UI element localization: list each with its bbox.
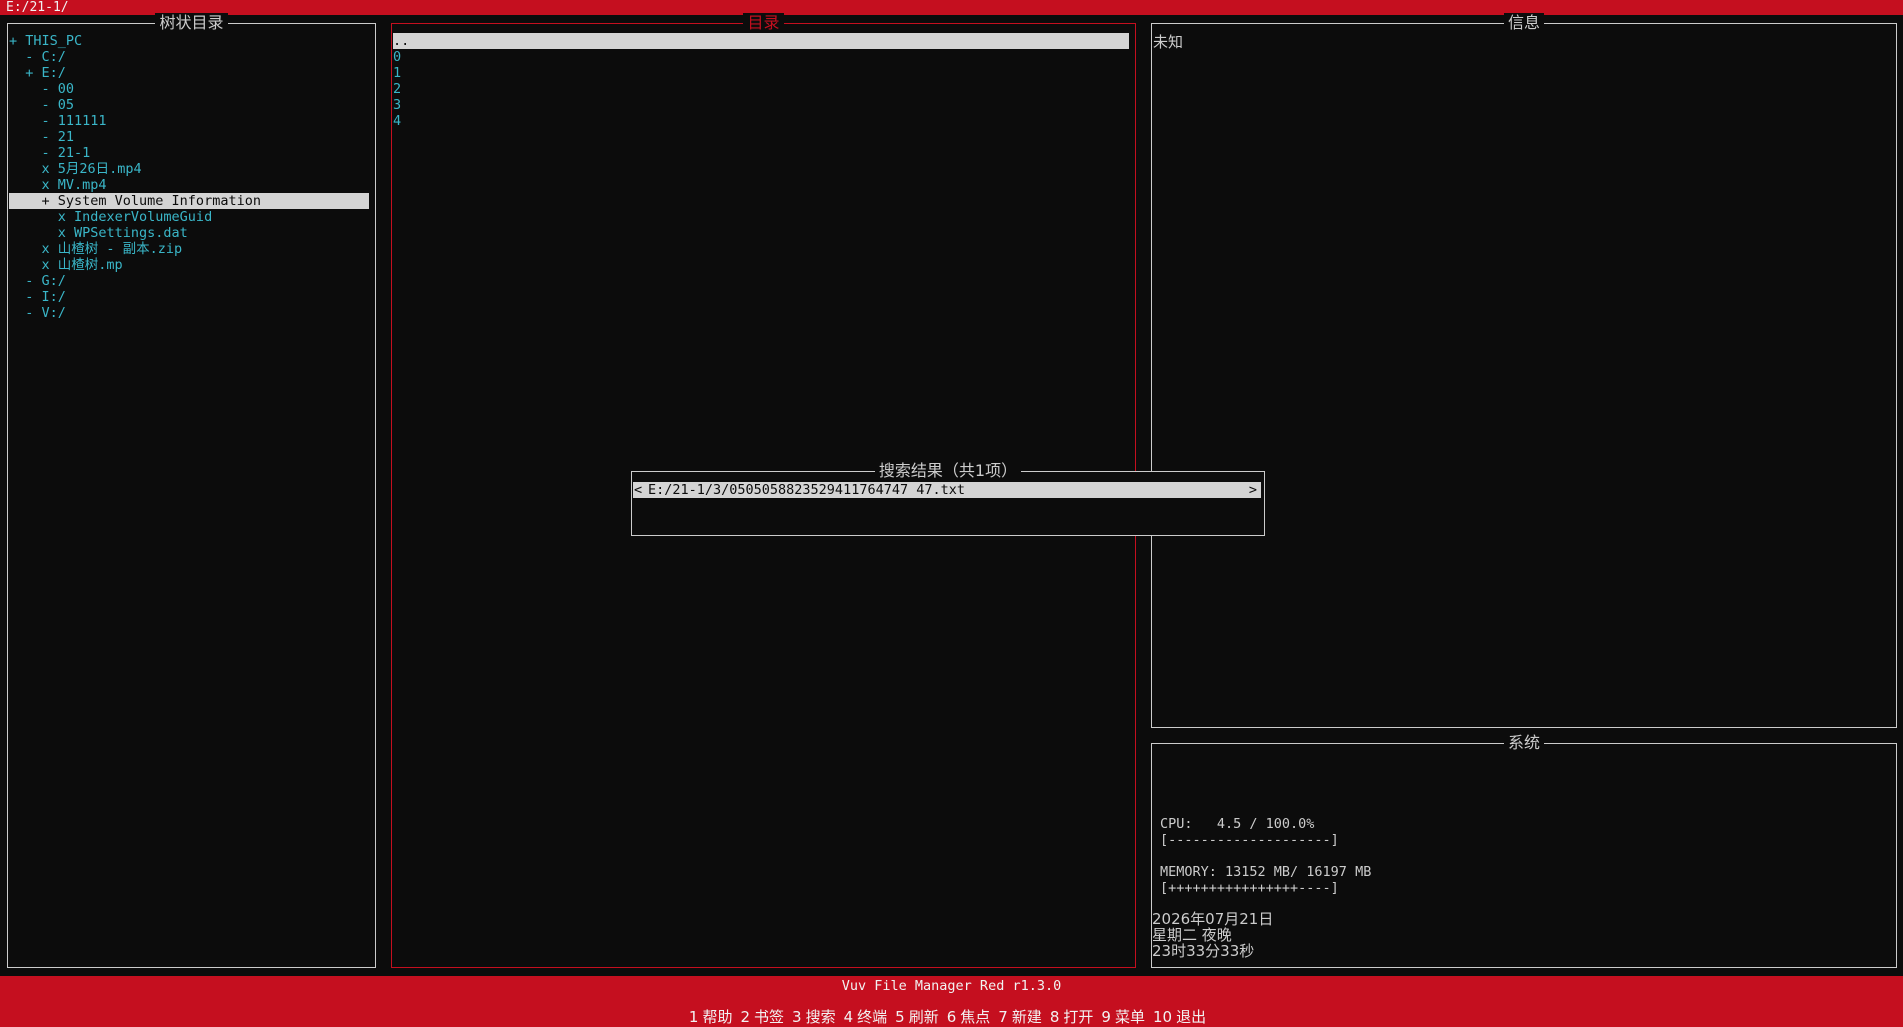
fkey-label: 书签: [754, 1008, 785, 1026]
fkey-3[interactable]: 3 搜索: [792, 1006, 836, 1027]
fkey-number: 1: [688, 1008, 699, 1026]
info-panel-title: 信息: [1503, 13, 1544, 32]
memory-bar: [++++++++++++++++----]: [1160, 880, 1339, 896]
tree-item[interactable]: x 山楂树.mp: [9, 257, 369, 273]
system-panel-title: 系统: [1503, 733, 1544, 752]
fkey-label: 帮助: [702, 1008, 733, 1026]
clock-date: 2026年07月21日: [1152, 910, 1274, 928]
path-bar: E:/21-1/: [0, 0, 1903, 15]
directory-item[interactable]: 1: [393, 65, 1129, 81]
fkey-label: 退出: [1176, 1008, 1207, 1026]
tree-item[interactable]: x MV.mp4: [9, 177, 369, 193]
tree-item[interactable]: x IndexerVolumeGuid: [9, 209, 369, 225]
scroll-right-icon[interactable]: >: [1249, 482, 1257, 498]
tree-item[interactable]: x 5月26日.mp4: [9, 161, 369, 177]
fkey-label: 焦点: [960, 1008, 991, 1026]
cpu-usage: CPU: 4.5 / 100.0%: [1160, 816, 1315, 832]
scroll-left-icon[interactable]: <: [634, 482, 642, 498]
directory-panel-title: 目录: [743, 13, 784, 32]
tree-item[interactable]: - G:/: [9, 273, 369, 289]
tree-item[interactable]: - 05: [9, 97, 369, 113]
fkey-label: 终端: [857, 1008, 888, 1026]
tree-list: + THIS_PC - C:/ + E:/ - 00 - 05 - 111111…: [9, 33, 369, 321]
directory-list: .. 0 1 2 3 4: [393, 33, 1129, 129]
fkey-number: 9: [1101, 1008, 1111, 1026]
tree-item[interactable]: + System Volume Information: [9, 193, 369, 209]
directory-item[interactable]: 0: [393, 49, 1129, 65]
tree-panel: 树状目录 + THIS_PC - C:/ + E:/ - 00 - 05 - 1…: [7, 13, 376, 968]
fkey-number: 5: [895, 1008, 905, 1026]
fkey-label: 菜单: [1114, 1008, 1145, 1026]
clock: 2026年07月21日 星期二 夜晚 23时33分33秒: [1152, 911, 1273, 959]
fkey-number: 6: [946, 1008, 957, 1026]
fkey-number: 7: [998, 1008, 1008, 1026]
fkey-1[interactable]: 1 帮助: [689, 1006, 733, 1027]
fkey-number: 10: [1152, 1008, 1173, 1026]
fkey-number: 2: [740, 1008, 751, 1026]
clock-weekday: 星期二 夜晚: [1152, 926, 1232, 944]
tree-item[interactable]: - C:/: [9, 49, 369, 65]
clock-time: 23时33分33秒: [1152, 942, 1255, 960]
tree-item[interactable]: - 00: [9, 81, 369, 97]
directory-item[interactable]: 3: [393, 97, 1129, 113]
tree-item[interactable]: x 山楂树 - 副本.zip: [9, 241, 369, 257]
search-results-popup: 搜索结果（共1项） < E:/21-1/3/050505882352941176…: [631, 461, 1265, 536]
tree-item[interactable]: x WPSettings.dat: [9, 225, 369, 241]
fkey-2[interactable]: 2 书签: [740, 1006, 784, 1027]
search-results-title: 搜索结果（共1项）: [874, 461, 1022, 480]
function-key-bar: 1 帮助 2 书签 3 搜索 4 终端 5 刷新 6 焦点 7 新建 8 打开 9 菜单 10 退出: [0, 1006, 1903, 1027]
fkey-label: 刷新: [908, 1008, 939, 1026]
tree-item[interactable]: + THIS_PC: [9, 33, 369, 49]
fkey-4[interactable]: 4 终端: [844, 1006, 888, 1027]
directory-item[interactable]: 2: [393, 81, 1129, 97]
fkey-label: 新建: [1011, 1008, 1042, 1026]
tree-item[interactable]: + E:/: [9, 65, 369, 81]
memory-usage: MEMORY: 13152 MB/ 16197 MB: [1160, 864, 1372, 880]
fkey-9[interactable]: 9 菜单: [1101, 1006, 1145, 1027]
tree-item[interactable]: - 21-1: [9, 145, 369, 161]
fkey-label: 打开: [1063, 1008, 1094, 1026]
fkey-5[interactable]: 5 刷新: [895, 1006, 939, 1027]
app-title: Vuv File Manager Red r1.3.0: [841, 978, 1062, 994]
fkey-number: 8: [1049, 1008, 1060, 1026]
tree-item[interactable]: - 21: [9, 129, 369, 145]
tree-item[interactable]: - I:/: [9, 289, 369, 305]
tree-panel-title: 树状目录: [155, 13, 228, 32]
cpu-bar: [--------------------]: [1160, 832, 1339, 848]
info-text: 未知: [1153, 33, 1184, 51]
fkey-6[interactable]: 6 焦点: [947, 1006, 991, 1027]
info-panel: 信息 未知: [1151, 13, 1897, 728]
fkey-number: 4: [843, 1008, 854, 1026]
fkey-label: 搜索: [805, 1008, 836, 1026]
system-panel: 系统 CPU: 4.5 / 100.0% [------------------…: [1151, 733, 1897, 968]
tree-item[interactable]: - V:/: [9, 305, 369, 321]
search-result-item[interactable]: < E:/21-1/3/0505058823529411764747 47.tx…: [633, 482, 1261, 498]
tree-item[interactable]: - 111111: [9, 113, 369, 129]
search-result-path: E:/21-1/3/0505058823529411764747 47.txt: [648, 482, 965, 498]
fkey-10[interactable]: 10 退出: [1153, 1006, 1206, 1027]
directory-item[interactable]: ..: [393, 33, 1129, 49]
directory-item[interactable]: 4: [393, 113, 1129, 129]
fkey-7[interactable]: 7 新建: [998, 1006, 1042, 1027]
fkey-number: 3: [792, 1008, 802, 1026]
system-stats: CPU: 4.5 / 100.0% [--------------------]…: [1160, 816, 1371, 896]
fkey-8[interactable]: 8 打开: [1050, 1006, 1094, 1027]
bottom-bar: Vuv File Manager Red r1.3.0 1 帮助 2 书签 3 搜索 4 终端…: [0, 976, 1903, 1027]
